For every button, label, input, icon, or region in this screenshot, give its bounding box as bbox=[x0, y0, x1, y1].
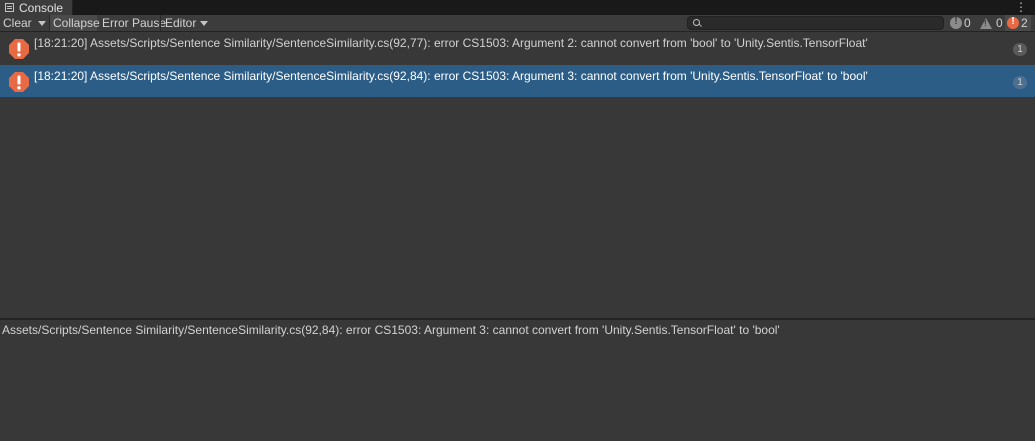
warning-icon bbox=[980, 17, 992, 29]
log-message: [18:21:20] Assets/Scripts/Sentence Simil… bbox=[34, 36, 868, 50]
editor-dropdown-label: Editor bbox=[165, 16, 197, 30]
log-list: [18:21:20] Assets/Scripts/Sentence Simil… bbox=[0, 32, 1035, 318]
log-entry[interactable]: [18:21:20] Assets/Scripts/Sentence Simil… bbox=[0, 32, 1035, 64]
clear-options-dropdown[interactable] bbox=[34, 15, 50, 31]
tab-console-label: Console bbox=[19, 0, 64, 15]
error-icon bbox=[1007, 16, 1019, 29]
tab-console[interactable]: Console bbox=[0, 0, 73, 15]
toolbar-divider bbox=[160, 15, 161, 31]
log-count-badge: 1 bbox=[1013, 76, 1027, 89]
search-input[interactable] bbox=[702, 17, 940, 29]
warning-count-toggle[interactable]: 0 bbox=[980, 15, 1003, 31]
console-toolbar: Clear Collapse Error Pause Editor 0 0 2 bbox=[0, 15, 1035, 32]
search-icon bbox=[693, 19, 700, 26]
warning-count: 0 bbox=[996, 16, 1003, 30]
detail-pane: Assets/Scripts/Sentence Similarity/Sente… bbox=[0, 320, 1035, 441]
log-message: [18:21:20] Assets/Scripts/Sentence Simil… bbox=[34, 69, 868, 83]
log-entry-selected[interactable]: [18:21:20] Assets/Scripts/Sentence Simil… bbox=[0, 65, 1035, 97]
editor-dropdown[interactable]: Editor bbox=[162, 15, 211, 31]
error-count-toggle[interactable]: 2 bbox=[1005, 15, 1031, 31]
error-count: 2 bbox=[1021, 16, 1028, 30]
more-options-icon[interactable]: ⋮ bbox=[1015, 1, 1027, 13]
info-count: 0 bbox=[964, 16, 971, 30]
console-icon bbox=[5, 3, 14, 12]
chevron-down-icon bbox=[199, 21, 208, 27]
search-field[interactable] bbox=[687, 16, 944, 30]
error-icon bbox=[9, 39, 29, 59]
log-count-badge: 1 bbox=[1013, 43, 1027, 56]
info-icon bbox=[950, 16, 962, 29]
collapse-toggle[interactable]: Collapse bbox=[50, 15, 100, 31]
chevron-down-icon bbox=[38, 21, 46, 27]
error-pause-toggle[interactable]: Error Pause bbox=[99, 15, 169, 31]
tab-bar: Console ⋮ bbox=[0, 0, 1035, 16]
detail-message[interactable]: Assets/Scripts/Sentence Similarity/Sente… bbox=[2, 323, 780, 337]
clear-button[interactable]: Clear bbox=[0, 15, 35, 31]
info-count-toggle[interactable]: 0 bbox=[950, 15, 971, 31]
error-icon bbox=[9, 72, 29, 92]
